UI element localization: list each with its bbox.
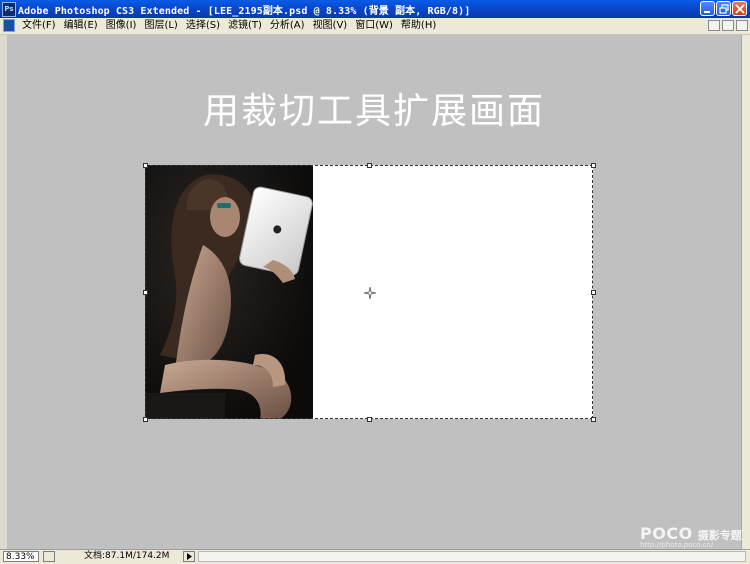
vertical-scrollbar[interactable] [741,35,750,549]
document-icon[interactable] [3,19,15,32]
menu-image[interactable]: 图像(I) [102,19,141,33]
minimize-icon [704,11,710,13]
menu-view[interactable]: 视图(V) [309,19,352,33]
watermark: POCO 摄影专题 http://photo.poco.cn/ [640,524,742,549]
crop-handle-bottom-right[interactable] [591,417,596,422]
crop-area[interactable] [143,163,596,422]
menu-analysis[interactable]: 分析(A) [266,19,309,33]
crop-handle-top-left[interactable] [143,163,148,168]
status-bar: 8.33% 文档:87.1M/174.2M [0,549,750,564]
crop-center-icon[interactable] [364,287,376,299]
watermark-url: http://photo.poco.cn/ [640,541,714,549]
menu-layer[interactable]: 图层(L) [140,19,181,33]
status-info-icon[interactable] [43,551,55,562]
restore-button[interactable] [716,1,731,16]
menu-items: 文件(F) 编辑(E) 图像(I) 图层(L) 选择(S) 滤镜(T) 分析(A… [18,19,440,33]
crop-handle-right[interactable] [591,290,596,295]
crop-handle-bottom[interactable] [367,417,372,422]
menu-select[interactable]: 选择(S) [182,19,224,33]
menu-file[interactable]: 文件(F) [18,19,60,33]
document-canvas[interactable]: 用裁切工具扩展画面 [7,35,741,549]
photoshop-app-icon[interactable]: Ps [2,2,16,17]
title-bar: Ps Adobe Photoshop CS3 Extended - [LEE_2… [0,0,750,18]
crop-handle-top-right[interactable] [591,163,596,168]
crop-handle-left[interactable] [143,290,148,295]
menu-window[interactable]: 窗口(W) [351,19,397,33]
horizontal-scrollbar[interactable] [198,551,746,562]
minimize-button[interactable] [700,1,715,16]
doc-minimize-button[interactable] [708,20,720,31]
doc-restore-button[interactable] [722,20,734,31]
close-button[interactable] [732,1,747,16]
triangle-right-icon [187,553,192,560]
crop-handle-top[interactable] [367,163,372,168]
canvas-heading: 用裁切工具扩展画面 [202,91,545,132]
zoom-field[interactable]: 8.33% [3,551,39,562]
menu-filter[interactable]: 滤镜(T) [224,19,266,33]
menu-bar: 文件(F) 编辑(E) 图像(I) 图层(L) 选择(S) 滤镜(T) 分析(A… [0,18,750,35]
doc-close-button[interactable] [736,20,748,31]
doc-info: 文档:87.1M/174.2M [84,551,170,561]
close-icon [735,4,745,14]
window-title: Adobe Photoshop CS3 Extended - [LEE_2195… [18,6,471,17]
menu-help[interactable]: 帮助(H) [397,19,440,33]
restore-icon [719,4,729,14]
crop-handle-bottom-left[interactable] [143,417,148,422]
status-menu-button[interactable] [183,551,195,562]
menu-edit[interactable]: 编辑(E) [60,19,102,33]
